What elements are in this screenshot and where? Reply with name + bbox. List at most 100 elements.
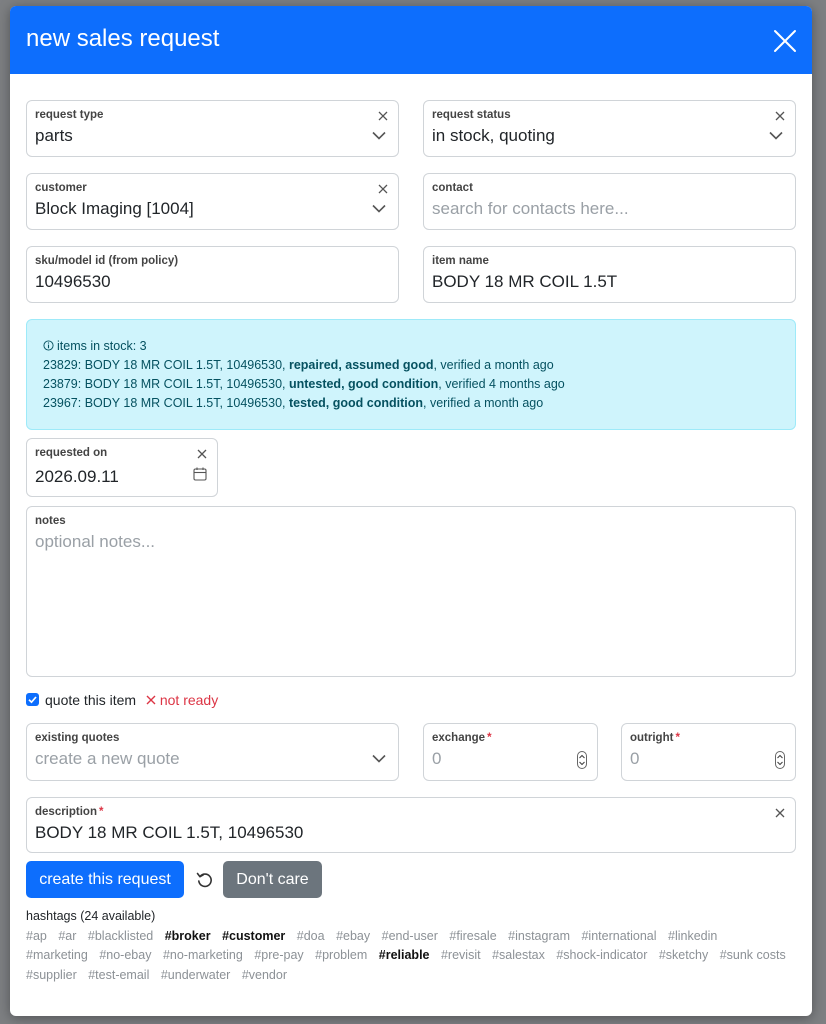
- sku-field[interactable]: sku/model id (from policy) 10496530: [26, 246, 399, 303]
- outright-number-field[interactable]: outright * 0: [621, 723, 796, 781]
- customer-select[interactable]: customer Block Imaging [1004]: [26, 173, 399, 230]
- outright-label: outright *: [630, 732, 680, 744]
- hashtag-item[interactable]: #sunk costs: [720, 948, 786, 962]
- quote-this-item-checkbox[interactable]: [26, 693, 39, 706]
- calendar-icon[interactable]: [193, 467, 207, 481]
- customer-label: customer: [35, 182, 87, 194]
- outright-value: 0: [630, 749, 640, 768]
- item-name-value: BODY 18 MR COIL 1.5T: [432, 272, 618, 291]
- hashtag-item[interactable]: #sketchy: [659, 948, 708, 962]
- description-field[interactable]: description * BODY 18 MR COIL 1.5T, 10496…: [26, 797, 796, 853]
- request-type-value: parts: [35, 126, 73, 145]
- requested-on-value: 2026.09.11: [35, 467, 119, 486]
- exchange-number-field[interactable]: exchange * 0: [423, 723, 598, 781]
- hashtag-item[interactable]: #problem: [315, 948, 367, 962]
- request-status-select[interactable]: request status in stock, quoting: [423, 100, 796, 157]
- hashtag-item[interactable]: #broker: [165, 929, 211, 943]
- stock-info-alert: items in stock: 3 23829: BODY 18 MR COIL…: [26, 319, 796, 430]
- chevron-down-icon[interactable]: [372, 131, 386, 140]
- contact-search-field[interactable]: contact search for contacts here...: [423, 173, 796, 230]
- hashtag-item[interactable]: #linkedin: [668, 929, 717, 943]
- required-marker: *: [675, 732, 680, 744]
- notes-placeholder: optional notes...: [35, 532, 156, 551]
- chevron-down-icon[interactable]: [372, 204, 386, 213]
- hashtag-item[interactable]: #test-email: [88, 968, 149, 982]
- contact-placeholder: search for contacts here...: [432, 199, 629, 218]
- stock-item-verified: , verified a month ago: [433, 358, 554, 372]
- request-type-select[interactable]: request type parts: [26, 100, 399, 157]
- hashtag-item[interactable]: #ebay: [336, 929, 370, 943]
- hashtag-item[interactable]: #doa: [297, 929, 325, 943]
- item-name-label: item name: [432, 255, 489, 267]
- notes-textarea[interactable]: notes optional notes...: [26, 506, 796, 677]
- checkmark-icon: [28, 696, 37, 704]
- stock-item: 23879: BODY 18 MR COIL 1.5T, 10496530, u…: [43, 377, 565, 391]
- chevron-down-icon[interactable]: [372, 754, 386, 763]
- close-icon[interactable]: [772, 28, 798, 54]
- hashtag-item[interactable]: #ar: [58, 929, 76, 943]
- request-status-label: request status: [432, 109, 511, 121]
- hashtag-item[interactable]: #underwater: [161, 968, 231, 982]
- stock-item-verified: , verified 4 months ago: [438, 377, 565, 391]
- clear-icon[interactable]: [775, 111, 785, 121]
- sku-label: sku/model id (from policy): [35, 255, 179, 267]
- chevron-down-icon[interactable]: [769, 131, 783, 140]
- hashtag-item[interactable]: #end-user: [382, 929, 438, 943]
- hashtag-item[interactable]: #instagram: [508, 929, 570, 943]
- clear-icon[interactable]: [775, 808, 785, 818]
- contact-label: contact: [432, 182, 473, 194]
- item-name-field[interactable]: item name BODY 18 MR COIL 1.5T: [423, 246, 796, 303]
- clear-icon[interactable]: [197, 449, 207, 459]
- quote-this-item-row: quote this item not ready: [26, 692, 218, 708]
- exchange-label: exchange *: [432, 732, 492, 744]
- hashtag-item[interactable]: #international: [581, 929, 656, 943]
- notes-label: notes: [35, 515, 66, 527]
- hashtag-item[interactable]: #vendor: [242, 968, 287, 982]
- stock-item-condition: tested, good condition: [288, 396, 423, 410]
- hashtag-item[interactable]: #blacklisted: [88, 929, 153, 943]
- new-sales-request-modal: new sales request request type parts req…: [10, 6, 812, 1016]
- hashtags-title: hashtags (24 available): [26, 909, 156, 923]
- create-request-button[interactable]: create this request: [26, 861, 184, 898]
- hashtag-item[interactable]: #pre-pay: [254, 948, 303, 962]
- clear-icon[interactable]: [378, 111, 388, 121]
- hashtag-item[interactable]: #marketing: [26, 948, 88, 962]
- hashtag-item[interactable]: #ap: [26, 929, 47, 943]
- stepper-icon[interactable]: [577, 751, 587, 769]
- hashtag-list: #ap #ar #blacklisted #broker #customer #…: [26, 927, 796, 985]
- reset-icon[interactable]: [195, 870, 215, 890]
- hashtag-item[interactable]: #customer: [222, 929, 285, 943]
- hashtag-item[interactable]: #reliable: [379, 948, 430, 962]
- stock-item-condition: repaired, assumed good: [288, 358, 434, 372]
- hashtag-item[interactable]: #firesale: [449, 929, 496, 943]
- exchange-value: 0: [432, 749, 442, 768]
- requested-on-date-field[interactable]: requested on 2026.09.11: [26, 438, 218, 497]
- existing-quotes-select[interactable]: existing quotes create a new quote: [26, 723, 399, 781]
- quote-this-item-label: quote this item: [45, 692, 137, 708]
- stock-item-desc: 23967: BODY 18 MR COIL 1.5T, 10496530,: [43, 396, 289, 410]
- stepper-icon[interactable]: [775, 751, 785, 769]
- x-icon: [146, 695, 156, 705]
- hashtag-item[interactable]: #supplier: [26, 968, 77, 982]
- hashtag-item[interactable]: #no-marketing: [163, 948, 243, 962]
- info-icon: [43, 340, 54, 351]
- modal-title: new sales request: [26, 25, 220, 52]
- dont-care-button[interactable]: Don't care: [223, 861, 322, 898]
- stock-item-condition: untested, good condition: [288, 377, 439, 391]
- exchange-label-text: exchange: [432, 732, 486, 744]
- required-marker: *: [98, 806, 104, 818]
- requested-on-label: requested on: [35, 447, 108, 459]
- hashtag-item[interactable]: #shock-indicator: [556, 948, 647, 962]
- hashtag-item[interactable]: #revisit: [441, 948, 481, 962]
- sku-value: 10496530: [35, 272, 111, 291]
- hashtag-item[interactable]: #salestax: [492, 948, 545, 962]
- request-status-value: in stock, quoting: [432, 126, 555, 145]
- stock-item-verified: , verified a month ago: [423, 396, 544, 410]
- stock-item-desc: 23829: BODY 18 MR COIL 1.5T, 10496530,: [43, 358, 289, 372]
- clear-icon[interactable]: [378, 184, 388, 194]
- outright-label-text: outright: [630, 732, 674, 744]
- stock-item: 23967: BODY 18 MR COIL 1.5T, 10496530, t…: [43, 396, 543, 410]
- hashtag-item[interactable]: #no-ebay: [99, 948, 151, 962]
- customer-value: Block Imaging [1004]: [35, 199, 194, 218]
- description-label-text: description: [35, 806, 97, 818]
